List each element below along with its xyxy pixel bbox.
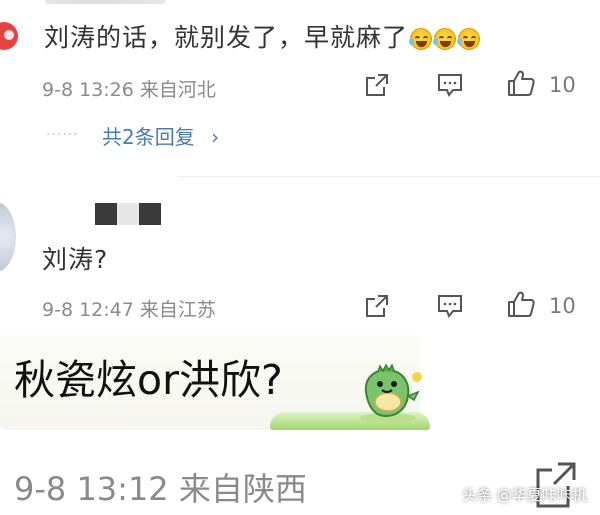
comment-meta: 9-8 13:26 来自河北 (42, 79, 216, 101)
comment-body: 秋瓷炫or洪欣? (14, 356, 283, 404)
comment-button[interactable] (436, 72, 464, 98)
crying-laughing-emoji-icon (409, 28, 433, 50)
username-redacted (95, 203, 161, 225)
comment-meta: 9-8 13:12 来自陕西 (14, 470, 307, 508)
crying-laughing-emoji-icon (457, 28, 481, 50)
username-cutoff (45, 0, 165, 4)
share-icon (366, 74, 388, 96)
comment-1: 刘涛的话，就别发了，早就麻了 9-8 13:26 来自河北 10 ······ … (0, 0, 600, 165)
divider (178, 176, 600, 177)
like-button[interactable] (506, 289, 536, 319)
view-replies-link[interactable]: 共2条回复 › (102, 121, 219, 150)
share-icon (366, 295, 388, 317)
thumbs-up-icon (508, 70, 535, 96)
reply-dots: ······ (46, 127, 79, 143)
flower-decoration-icon (412, 372, 422, 382)
comment-meta: 9-8 12:47 来自江苏 (42, 299, 216, 321)
comment-icon (438, 295, 462, 318)
watermark: 头条 @华夏咔咔机 (462, 486, 587, 504)
chevron-right-icon: › (211, 125, 220, 149)
comment-body: 刘涛? (42, 245, 109, 274)
comment-icon (438, 74, 462, 97)
share-button[interactable] (364, 293, 390, 319)
avatar[interactable] (0, 202, 16, 272)
comment-body: 刘涛的话，就别发了，早就麻了 (44, 23, 409, 52)
like-count: 10 (549, 294, 576, 318)
like-count: 10 (549, 73, 576, 97)
avatar-badge-mark (4, 30, 14, 40)
like-button[interactable] (506, 68, 536, 98)
thumbs-up-icon (508, 291, 535, 317)
replies-label: 共2条回复 (102, 125, 195, 149)
comment-button[interactable] (436, 293, 464, 319)
comment-2: 刘涛? 9-8 12:47 来自江苏 10 (0, 180, 600, 330)
comment-3: 秋瓷炫or洪欣? 9-8 13:12 来自陕西 头条 @华夏咔咔机 (0, 330, 600, 515)
comment-text: 刘涛的话，就别发了，早就麻了 (44, 18, 481, 54)
share-button[interactable] (364, 72, 390, 98)
crying-laughing-emoji-icon (433, 28, 457, 50)
